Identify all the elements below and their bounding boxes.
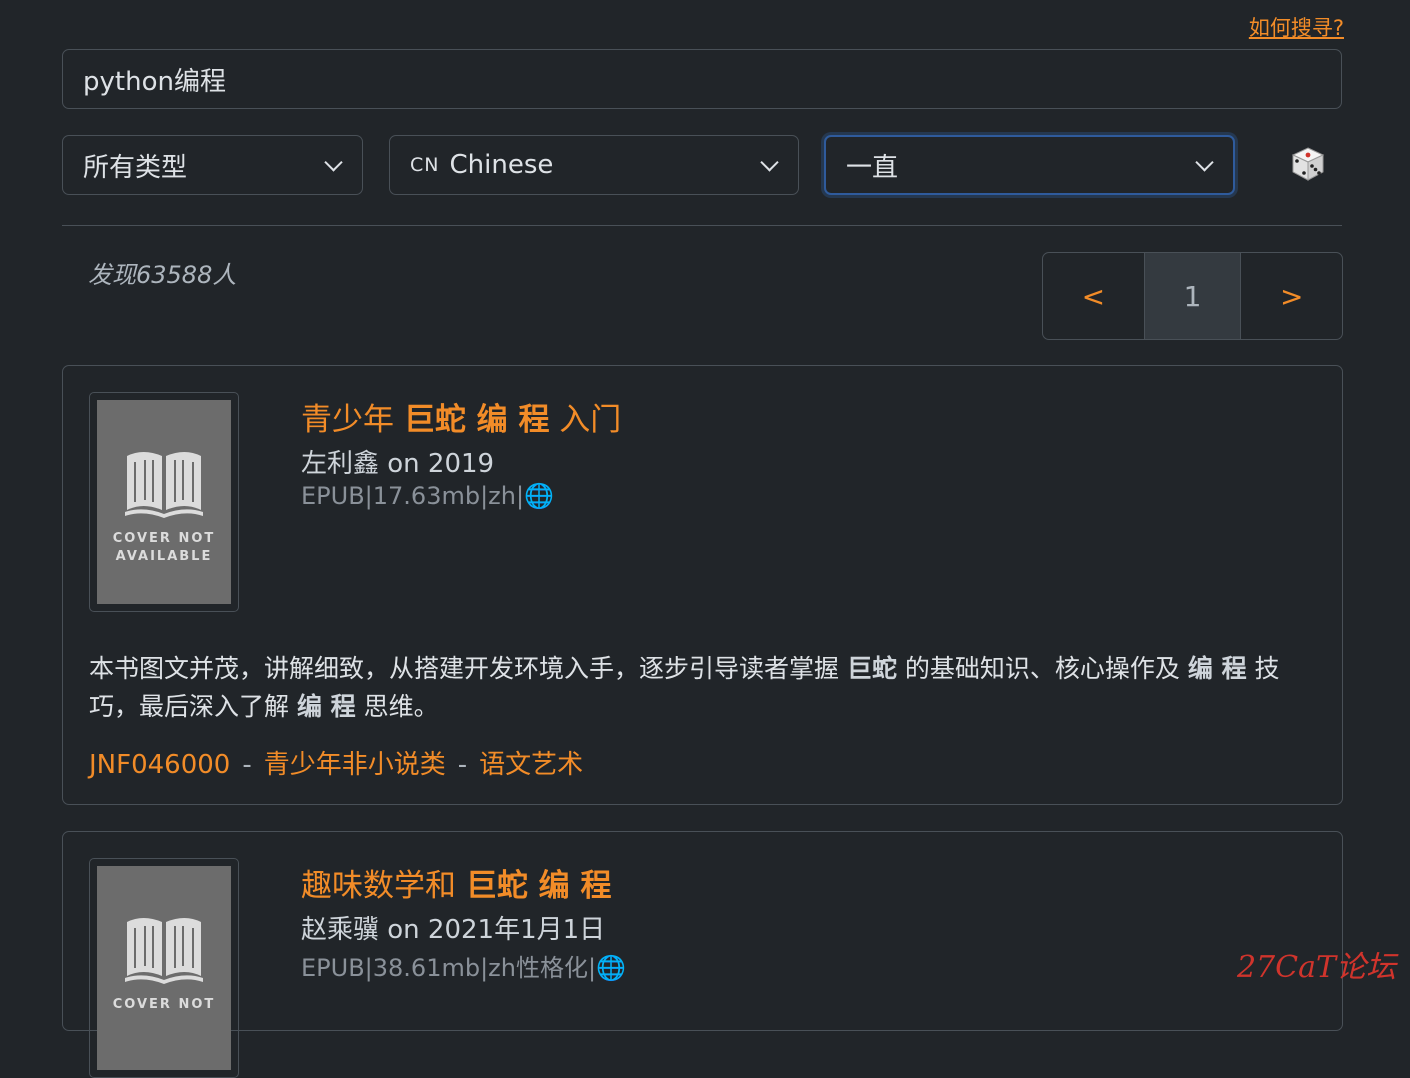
book-meta: EPUB|17.63mb|zh|🌐	[301, 482, 554, 510]
search-input-value: python编程	[83, 66, 226, 97]
watermark: 27CaT论坛	[1236, 950, 1396, 985]
chevron-down-icon	[324, 153, 343, 172]
book-card[interactable]: COVER NOT 趣味数学和 巨蛇 编 程 赵乘骥 on 2021年1月1日 …	[62, 831, 1343, 1078]
flag-icon: CN	[410, 154, 440, 176]
search-input[interactable]: python编程	[62, 49, 1342, 109]
next-page-button[interactable]: >	[1241, 253, 1342, 339]
language-select-value: Chinese	[449, 150, 554, 180]
book-title[interactable]: 青少年 巨蛇 编 程 入门	[301, 394, 621, 439]
cover-placeholder-text: COVER NOT AVAILABLE	[112, 531, 216, 564]
book-card[interactable]: COVER NOT AVAILABLE 青少年 巨蛇 编 程 入门 左利鑫 on…	[62, 365, 1343, 805]
divider	[62, 225, 1342, 226]
book-icon	[125, 918, 203, 984]
globe-icon: 🌐	[524, 482, 554, 510]
book-title[interactable]: 趣味数学和 巨蛇 编 程	[301, 860, 611, 905]
time-range-select-value: 一直	[846, 152, 899, 183]
book-meta: EPUB|38.61mb|zh性格化|🌐	[301, 954, 626, 982]
chevron-down-icon	[760, 153, 779, 172]
random-dice-button[interactable]	[1290, 146, 1325, 181]
results-count: 发现63588人	[88, 261, 237, 289]
pagination: < 1 >	[1042, 252, 1343, 340]
book-author: 赵乘骥 on 2021年1月1日	[301, 915, 606, 945]
language-select[interactable]: CN Chinese	[389, 135, 799, 195]
category-tag[interactable]: 语文艺术	[479, 750, 583, 780]
current-page[interactable]: 1	[1143, 253, 1242, 339]
chevron-down-icon	[1195, 153, 1214, 172]
category-tag[interactable]: JNF046000	[89, 750, 230, 780]
book-author: 左利鑫 on 2019	[301, 449, 495, 479]
how-to-search-link[interactable]: 如何搜寻?	[1249, 12, 1344, 42]
book-cover[interactable]: COVER NOT	[89, 858, 239, 1078]
book-description: 本书图文并茂，讲解细致，从搭建开发环境入手，逐步引导读者掌握 巨蛇 的基础知识、…	[89, 654, 1280, 721]
prev-page-button[interactable]: <	[1043, 253, 1144, 339]
book-icon	[125, 452, 203, 518]
type-select-value: 所有类型	[83, 152, 188, 183]
type-select[interactable]: 所有类型	[62, 135, 363, 195]
book-cover[interactable]: COVER NOT AVAILABLE	[89, 392, 239, 612]
cover-placeholder-text: COVER NOT	[112, 997, 216, 1012]
time-range-select[interactable]: 一直	[824, 135, 1235, 195]
globe-icon: 🌐	[596, 954, 626, 982]
dice-icon	[1291, 147, 1325, 181]
category-tag[interactable]: 青少年非小说类	[264, 750, 446, 780]
book-categories: JNF046000- 青少年非小说类 - 语文艺术	[89, 750, 584, 780]
